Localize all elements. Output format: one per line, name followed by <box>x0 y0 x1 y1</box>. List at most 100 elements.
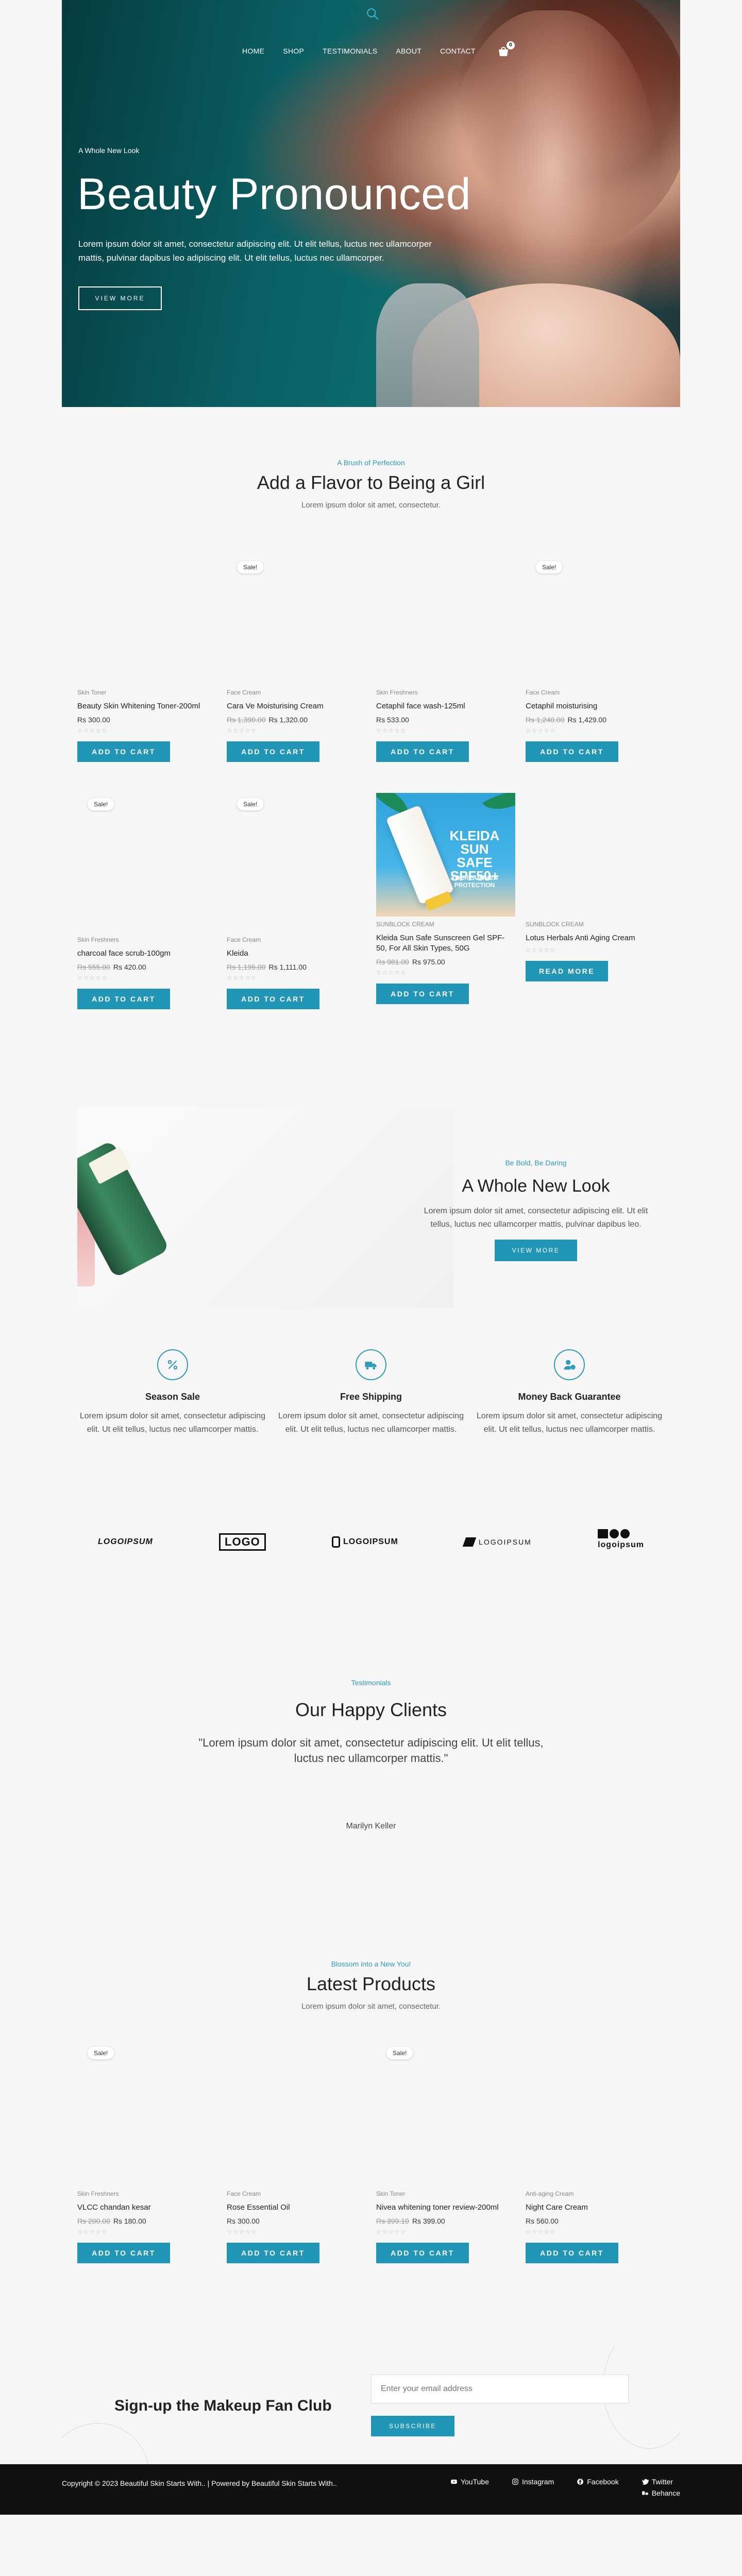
product-price: Rs 300.00 <box>77 716 216 724</box>
search-icon[interactable] <box>366 7 379 21</box>
sale-badge: Sale! <box>88 798 114 810</box>
product-card: Sale! Face Cream Cara Ve Moisturising Cr… <box>227 546 366 762</box>
feature-view-more-button[interactable]: VIEW MORE <box>495 1240 577 1261</box>
product-name[interactable]: Rose Essential Oil <box>227 2202 366 2213</box>
partner-logo: LOGOIPSUM <box>98 1537 153 1546</box>
social-label: Behance <box>651 2489 680 2497</box>
product-name[interactable]: Lotus Herbals Anti Aging Cream <box>526 933 665 943</box>
product-name[interactable]: Beauty Skin Whitening Toner-200ml <box>77 701 216 711</box>
product-image[interactable]: Sale! <box>526 546 665 685</box>
rating-stars: ☆☆☆☆☆ <box>376 969 407 976</box>
product-name[interactable]: charcoal face scrub-100gm <box>77 948 216 959</box>
product-name[interactable]: VLCC chandan kesar <box>77 2202 216 2213</box>
partner-logo-text: logoipsum <box>598 1540 644 1549</box>
product-image[interactable]: Sale! <box>227 546 366 685</box>
product-image[interactable] <box>376 546 515 685</box>
services-section: Season Sale Lorem ipsum dolor sit amet, … <box>62 1349 680 1436</box>
product-image[interactable]: Sale! <box>77 793 216 932</box>
rating-stars: ☆☆☆☆☆ <box>526 2228 556 2235</box>
social-instagram[interactable]: Instagram <box>512 2478 554 2486</box>
add-to-cart-button[interactable]: ADD TO CART <box>227 741 319 762</box>
nav-home[interactable]: HOME <box>242 47 264 55</box>
service-title: Season Sale <box>145 1392 200 1402</box>
rating-stars: ☆☆☆☆☆ <box>526 946 556 954</box>
social-label: YouTube <box>460 2478 489 2486</box>
nav-about[interactable]: ABOUT <box>396 47 421 55</box>
product-image[interactable] <box>526 793 665 917</box>
product-price: Rs 1,240.00 Rs 1,429.00 <box>526 716 665 724</box>
hero-model-sleeve <box>376 283 479 407</box>
price-current: Rs 1,429.00 <box>567 716 607 724</box>
money-back-icon <box>554 1349 585 1380</box>
social-label: Facebook <box>587 2478 619 2486</box>
flavor-section: A Brush of Perfection Add a Flavor to Be… <box>0 407 742 1009</box>
main-nav: HOME SHOP TESTIMONIALS ABOUT CONTACT 0 <box>242 41 515 57</box>
subscribe-button[interactable]: SUBSCRIBE <box>371 2416 454 2436</box>
feature-section: Be Bold, Be Daring A Whole New Look Lore… <box>62 1107 680 1308</box>
product-name[interactable]: Night Care Cream <box>526 2202 665 2213</box>
nav-testimonials[interactable]: TESTIMONIALS <box>323 47 377 55</box>
social-youtube[interactable]: YouTube <box>450 2478 489 2486</box>
product-image[interactable]: Sale! <box>77 2047 216 2186</box>
price-current: Rs 399.00 <box>412 2217 445 2225</box>
price-old: Rs 981.00 <box>376 958 409 966</box>
price-current: Rs 533.00 <box>376 716 409 724</box>
social-label: Instagram <box>521 2478 554 2486</box>
nav-contact[interactable]: CONTACT <box>440 47 476 55</box>
product-name[interactable]: Kleida <box>227 948 366 959</box>
price-current: Rs 180.00 <box>113 2217 146 2225</box>
product-image[interactable]: Sale! <box>227 793 366 932</box>
add-to-cart-button[interactable]: ADD TO CART <box>77 741 170 762</box>
email-field[interactable] <box>371 2375 629 2403</box>
product-category: Face Cream <box>227 2190 261 2197</box>
nav-shop[interactable]: SHOP <box>283 47 304 55</box>
service-text: Lorem ipsum dolor sit amet, consectetur … <box>79 1412 266 1434</box>
add-to-cart-button[interactable]: ADD TO CART <box>227 989 319 1009</box>
social-twitter[interactable]: Twitter <box>642 2478 680 2486</box>
product-image[interactable]: Sale! <box>376 2047 515 2186</box>
add-to-cart-button[interactable]: ADD TO CART <box>77 989 170 1009</box>
add-to-cart-button[interactable]: ADD TO CART <box>376 984 469 1004</box>
product-image[interactable] <box>227 2047 366 2186</box>
hero-title: Beauty Pronounced <box>77 170 471 219</box>
product-card: Skin Freshners Cetaphil face wash-125ml … <box>376 546 515 762</box>
partner-logo: logoipsum <box>598 1529 644 1555</box>
product-category: SUNBLOCK CREAM <box>376 921 434 928</box>
read-more-button[interactable]: READ MORE <box>526 961 608 981</box>
kleida-product-image[interactable]: KLEIDA SUN SAFE SPF50+ YOUR SUMMER PROTE… <box>376 793 515 917</box>
social-behance[interactable]: Behance <box>642 2489 680 2497</box>
add-to-cart-button[interactable]: ADD TO CART <box>227 2243 319 2263</box>
percent-icon <box>157 1349 188 1380</box>
product-name[interactable]: Kleida Sun Safe Sunscreen Gel SPF-50, Fo… <box>376 933 515 954</box>
price-old: Rs 399.10 <box>376 2217 409 2225</box>
add-to-cart-button[interactable]: ADD TO CART <box>376 2243 469 2263</box>
product-category: Skin Toner <box>77 689 107 696</box>
testimonials-section: Testimonials Our Happy Clients "Lorem ip… <box>0 1679 742 1831</box>
product-price: Rs 981.00 Rs 975.00 <box>376 958 515 966</box>
cart-icon[interactable]: 0 <box>497 41 515 57</box>
hero-kicker: A Whole New Look <box>78 146 140 155</box>
sale-badge: Sale! <box>536 561 563 573</box>
hero-view-more-button[interactable]: VIEW MORE <box>78 286 162 310</box>
add-to-cart-button[interactable]: ADD TO CART <box>526 2243 618 2263</box>
leaf-decoration <box>482 793 515 821</box>
product-name[interactable]: Cetaphil moisturising <box>526 701 665 711</box>
service-item: Money Back Guarantee Lorem ipsum dolor s… <box>474 1349 665 1436</box>
social-links: YouTube Instagram Facebook Twitter Behan… <box>450 2478 680 2497</box>
product-name[interactable]: Nivea whitening toner review-200ml <box>376 2202 515 2213</box>
add-to-cart-button[interactable]: ADD TO CART <box>526 741 618 762</box>
price-old: Rs 200.00 <box>77 2217 110 2225</box>
service-item: Season Sale Lorem ipsum dolor sit amet, … <box>77 1349 268 1436</box>
product-image[interactable] <box>77 546 216 685</box>
product-name[interactable]: Cetaphil face wash-125ml <box>376 701 515 711</box>
add-to-cart-button[interactable]: ADD TO CART <box>376 741 469 762</box>
product-price: Rs 1,390.00 Rs 1,320.00 <box>227 716 366 724</box>
product-card: Sale! Face Cream Cetaphil moisturising R… <box>526 546 665 762</box>
sale-badge: Sale! <box>386 2047 413 2059</box>
product-image[interactable] <box>526 2047 665 2186</box>
add-to-cart-button[interactable]: ADD TO CART <box>77 2243 170 2263</box>
social-facebook[interactable]: Facebook <box>577 2478 619 2486</box>
youtube-icon <box>451 2479 457 2484</box>
floral-decoration <box>62 2423 149 2464</box>
product-name[interactable]: Cara Ve Moisturising Cream <box>227 701 366 711</box>
